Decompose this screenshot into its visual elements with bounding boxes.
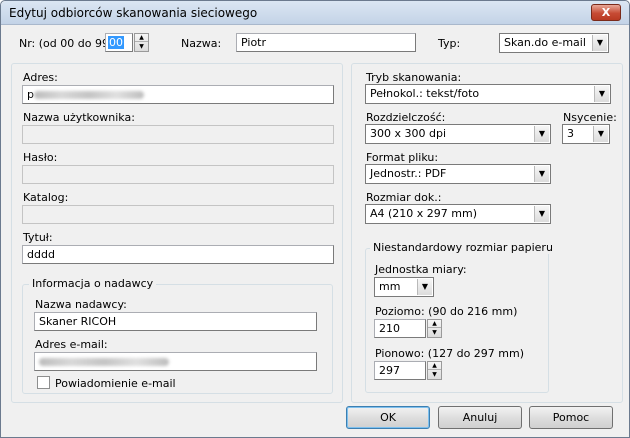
resolution-value: 300 x 300 dpi xyxy=(370,127,447,140)
folder-label: Katalog: xyxy=(23,191,69,204)
subject-input[interactable]: dddd xyxy=(22,245,334,264)
nr-value: 00 xyxy=(108,36,124,49)
scan-mode-value: Pełnokol.: tekst/foto xyxy=(370,87,480,100)
nr-label: Nr: (od 00 do 99 xyxy=(19,37,109,50)
scan-mode-label: Tryb skanowania: xyxy=(366,71,462,84)
vertical-down-arrow-icon[interactable]: ▼ xyxy=(428,371,441,379)
resolution-select[interactable]: 300 x 300 dpi ▼ xyxy=(365,124,551,144)
close-icon: X xyxy=(601,6,611,19)
doc-size-dropdown-arrow-icon: ▼ xyxy=(534,206,549,222)
scan-mode-dropdown-arrow-icon: ▼ xyxy=(594,86,609,102)
sender-email-input[interactable] xyxy=(34,352,317,371)
close-button[interactable]: X xyxy=(591,4,621,21)
type-label: Typ: xyxy=(438,37,461,50)
density-select[interactable]: 3 ▼ xyxy=(562,124,610,144)
density-value: 3 xyxy=(567,127,574,140)
sender-name-label: Nazwa nadawcy: xyxy=(35,298,127,311)
density-label: Nsycenie: xyxy=(563,111,617,124)
horizontal-label: Poziomo: (90 do 216 mm) xyxy=(375,305,518,318)
scan-mode-select[interactable]: Pełnokol.: tekst/foto ▼ xyxy=(365,84,611,104)
doc-size-select[interactable]: A4 (210 x 297 mm) ▼ xyxy=(365,204,551,224)
vertical-up-arrow-icon[interactable]: ▲ xyxy=(428,362,441,370)
ok-button[interactable]: OK xyxy=(346,406,430,429)
nr-up-arrow-icon[interactable]: ▲ xyxy=(135,34,148,42)
resolution-dropdown-arrow-icon: ▼ xyxy=(534,126,549,142)
doc-size-label: Rozmiar dok.: xyxy=(366,191,442,204)
sender-group-title: Informacja o nadawcy xyxy=(29,277,157,290)
horizontal-down-arrow-icon[interactable]: ▼ xyxy=(428,329,441,337)
vertical-stepper[interactable]: ▲ ▼ xyxy=(427,361,442,380)
type-select[interactable]: Skan.do e-mail ▼ xyxy=(499,33,609,53)
edit-scan-recipients-dialog: Edytuj odbiorców skanowania sieciowego X… xyxy=(0,0,630,438)
password-input[interactable] xyxy=(22,165,334,184)
sender-name-input[interactable]: Skaner RICOH xyxy=(34,312,317,331)
doc-size-value: A4 (210 x 297 mm) xyxy=(370,207,478,220)
title-bar[interactable]: Edytuj odbiorców skanowania sieciowego X xyxy=(1,1,629,25)
horizontal-up-arrow-icon[interactable]: ▲ xyxy=(428,320,441,328)
name-label: Nazwa: xyxy=(181,37,222,50)
horizontal-stepper[interactable]: ▲ ▼ xyxy=(427,319,442,338)
username-input[interactable] xyxy=(22,125,334,144)
unit-dropdown-arrow-icon: ▼ xyxy=(417,279,432,295)
sender-email-redacted xyxy=(39,358,169,366)
sender-email-label: Adres e-mail: xyxy=(35,338,108,351)
file-format-label: Format pliku: xyxy=(366,151,439,164)
username-label: Nazwa użytkownika: xyxy=(23,111,135,124)
file-format-select[interactable]: Jednostr.: PDF ▼ xyxy=(365,164,551,184)
unit-label: Jednostka miary: xyxy=(375,263,467,276)
file-format-dropdown-arrow-icon: ▼ xyxy=(534,166,549,182)
password-label: Hasło: xyxy=(23,151,58,164)
type-dropdown-arrow-icon: ▼ xyxy=(592,35,607,51)
vertical-input[interactable]: 297 xyxy=(374,361,426,380)
help-button[interactable]: Pomoc xyxy=(529,406,613,429)
address-label: Adres: xyxy=(23,71,58,84)
density-dropdown-arrow-icon: ▼ xyxy=(593,126,608,142)
cancel-button[interactable]: Anuluj xyxy=(438,406,522,429)
address-value: p xyxy=(27,88,34,101)
unit-value: mm xyxy=(379,280,401,293)
email-notification-checkbox[interactable] xyxy=(37,376,50,389)
vertical-label: Pionowo: (127 do 297 mm) xyxy=(375,347,525,360)
nr-stepper[interactable]: ▲ ▼ xyxy=(134,33,149,52)
address-redacted xyxy=(33,91,144,99)
subject-label: Tytuł: xyxy=(23,231,53,244)
nr-input[interactable]: 00 xyxy=(105,33,133,52)
nr-down-arrow-icon[interactable]: ▼ xyxy=(135,43,148,51)
horizontal-input[interactable]: 210 xyxy=(374,319,426,338)
address-input[interactable]: p xyxy=(22,85,334,104)
unit-select[interactable]: mm ▼ xyxy=(374,277,434,297)
name-input[interactable]: Piotr xyxy=(236,33,416,52)
email-notification-label: Powiadomienie e-mail xyxy=(55,377,176,390)
resolution-label: Rozdzielczość: xyxy=(366,111,446,124)
file-format-value: Jednostr.: PDF xyxy=(370,167,447,180)
type-value: Skan.do e-mail xyxy=(504,36,586,49)
custom-size-group-title: Niestandardowy rozmiar papieru xyxy=(370,241,556,254)
window-title: Edytuj odbiorców skanowania sieciowego xyxy=(9,6,258,20)
folder-input[interactable] xyxy=(22,205,334,224)
